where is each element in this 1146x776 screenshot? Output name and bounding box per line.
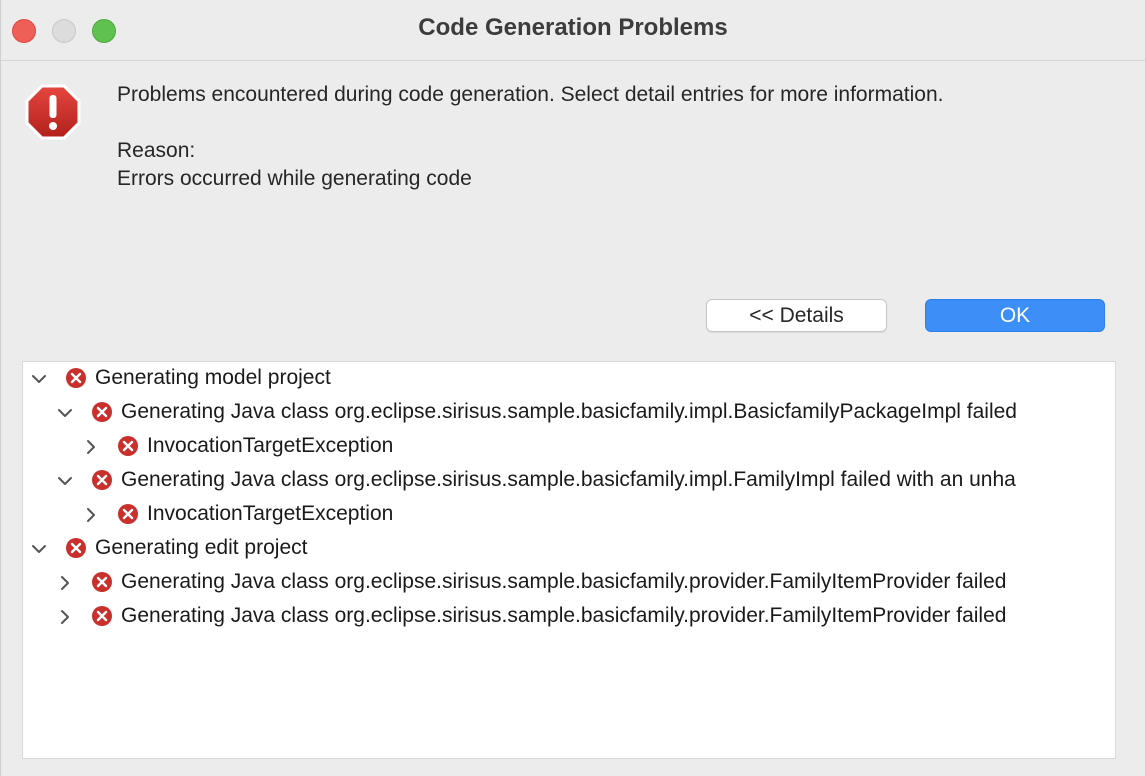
chevron-down-icon[interactable] bbox=[56, 404, 74, 422]
dialog-window: Code Generation Problems Problems encoun… bbox=[0, 0, 1146, 776]
chevron-right-icon[interactable] bbox=[56, 574, 74, 592]
error-icon bbox=[92, 606, 112, 626]
error-icon bbox=[66, 538, 86, 558]
chevron-right-icon[interactable] bbox=[56, 608, 74, 626]
chevron-down-icon[interactable] bbox=[30, 370, 48, 388]
tree-row-label: Generating Java class org.eclipse.sirisu… bbox=[121, 604, 1007, 627]
tree-row-label: InvocationTargetException bbox=[147, 434, 394, 457]
chevron-down-icon[interactable] bbox=[30, 540, 48, 558]
title-bar: Code Generation Problems bbox=[1, 0, 1145, 61]
tree-row[interactable]: InvocationTargetException bbox=[23, 430, 1115, 464]
tree-row-label: Generating Java class org.eclipse.sirisu… bbox=[121, 468, 1016, 491]
reason-text: Errors occurred while generating code bbox=[117, 167, 472, 190]
error-icon bbox=[92, 572, 112, 592]
tree-row[interactable]: Generating Java class org.eclipse.sirisu… bbox=[23, 600, 1115, 634]
tree-row[interactable]: InvocationTargetException bbox=[23, 498, 1115, 532]
tree-row-label: Generating edit project bbox=[95, 536, 308, 559]
tree-row-label: Generating model project bbox=[95, 366, 331, 389]
error-icon bbox=[118, 504, 138, 524]
error-icon bbox=[92, 402, 112, 422]
details-button[interactable]: << Details bbox=[706, 299, 887, 332]
error-icon bbox=[118, 436, 138, 456]
error-stop-icon bbox=[25, 84, 81, 140]
problem-message: Problems encountered during code generat… bbox=[117, 83, 944, 106]
ok-button[interactable]: OK bbox=[925, 299, 1105, 332]
tree-row[interactable]: Generating model project bbox=[23, 362, 1115, 396]
tree-row-label: Generating Java class org.eclipse.sirisu… bbox=[121, 400, 1017, 423]
chevron-down-icon[interactable] bbox=[56, 472, 74, 490]
tree-row-label: InvocationTargetException bbox=[147, 502, 394, 525]
problem-details-tree[interactable]: Generating model project Generating Java … bbox=[22, 361, 1116, 759]
tree-row[interactable]: Generating Java class org.eclipse.sirisu… bbox=[23, 566, 1115, 600]
tree-row[interactable]: Generating Java class org.eclipse.sirisu… bbox=[23, 464, 1115, 498]
tree-row[interactable]: Generating Java class org.eclipse.sirisu… bbox=[23, 396, 1115, 430]
window-title: Code Generation Problems bbox=[418, 14, 728, 41]
tree-row[interactable]: Generating edit project bbox=[23, 532, 1115, 566]
error-icon bbox=[92, 470, 112, 490]
chevron-right-icon[interactable] bbox=[82, 438, 100, 456]
tree-row-label: Generating Java class org.eclipse.sirisu… bbox=[121, 570, 1007, 593]
error-icon bbox=[66, 368, 86, 388]
chevron-right-icon[interactable] bbox=[82, 506, 100, 524]
reason-label: Reason: bbox=[117, 139, 196, 162]
